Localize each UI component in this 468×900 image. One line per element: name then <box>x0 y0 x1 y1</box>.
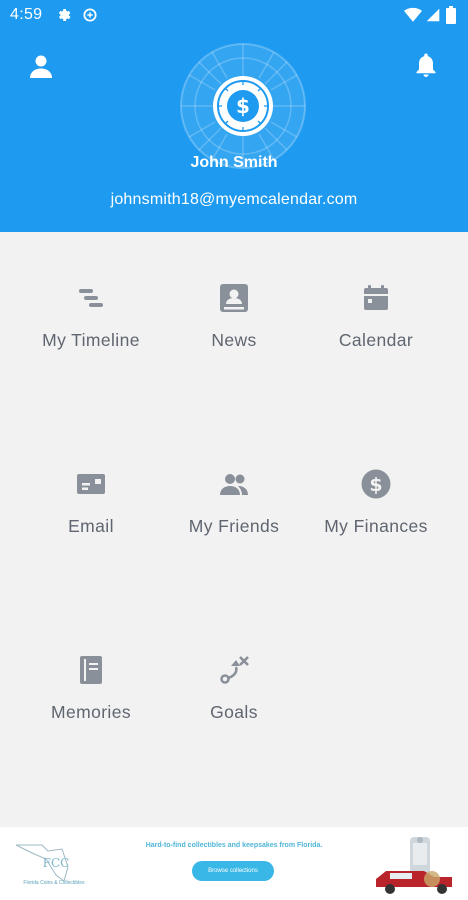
status-time: 4:59 <box>10 6 43 23</box>
data-saver-icon <box>83 8 97 22</box>
ad-product-image <box>376 837 452 894</box>
menu-label: News <box>211 330 257 350</box>
menu-label: My Timeline <box>42 330 140 350</box>
user-email: johnsmith18@myemcalendar.com <box>110 191 358 208</box>
advertiser-name: Florida Coins & Collectibles <box>23 880 85 886</box>
menu-label: My Friends <box>188 516 280 536</box>
svg-text:$: $ <box>236 94 250 118</box>
menu-label: Email <box>68 516 114 536</box>
avatar-logo: $ <box>180 43 306 169</box>
menu-item-my-finances[interactable]: $ My Finances <box>298 418 454 538</box>
settings-icon <box>58 9 71 21</box>
notifications-bell-icon[interactable] <box>414 52 438 78</box>
goal-path-icon <box>220 656 249 684</box>
menu-label: Goals <box>210 702 258 722</box>
news-icon <box>220 284 248 312</box>
svg-text:FCC: FCC <box>43 856 70 870</box>
dollar-icon: $ <box>361 469 391 499</box>
status-bar: 4:59 <box>0 0 468 30</box>
email-icon <box>77 474 105 494</box>
journal-icon <box>80 656 102 684</box>
menu-grid: My Timeline News Calendar Email My Frien… <box>0 232 468 827</box>
signal-icon <box>426 8 440 22</box>
friends-icon <box>220 474 248 495</box>
menu-item-email[interactable]: Email <box>13 418 169 538</box>
menu-item-news[interactable]: News <box>156 232 312 352</box>
profile-icon[interactable] <box>30 54 52 78</box>
user-name: John Smith <box>190 154 278 171</box>
menu-label: My Finances <box>324 516 428 536</box>
svg-text:$: $ <box>369 474 382 496</box>
menu-item-goals[interactable]: Goals <box>156 604 312 724</box>
calendar-icon <box>364 285 388 310</box>
menu-item-calendar[interactable]: Calendar <box>298 232 454 352</box>
ad-browse-button[interactable]: Browse collections <box>192 861 274 881</box>
wifi-icon <box>404 7 422 22</box>
timeline-icon <box>79 289 103 307</box>
ad-banner[interactable]: FCC Florida Coins & Collectibles Hard-to… <box>0 827 468 900</box>
ad-headline: Hard-to-find collectibles and keepsakes … <box>145 842 323 849</box>
profile-header: $ John Smith johnsmith18@myemcalendar.co… <box>0 30 468 232</box>
menu-label: Calendar <box>338 330 414 350</box>
menu-item-my-timeline[interactable]: My Timeline <box>13 232 169 352</box>
battery-icon <box>446 6 456 24</box>
menu-label: Memories <box>50 702 132 722</box>
menu-item-memories[interactable]: Memories <box>13 604 169 724</box>
menu-item-my-friends[interactable]: My Friends <box>156 418 312 538</box>
